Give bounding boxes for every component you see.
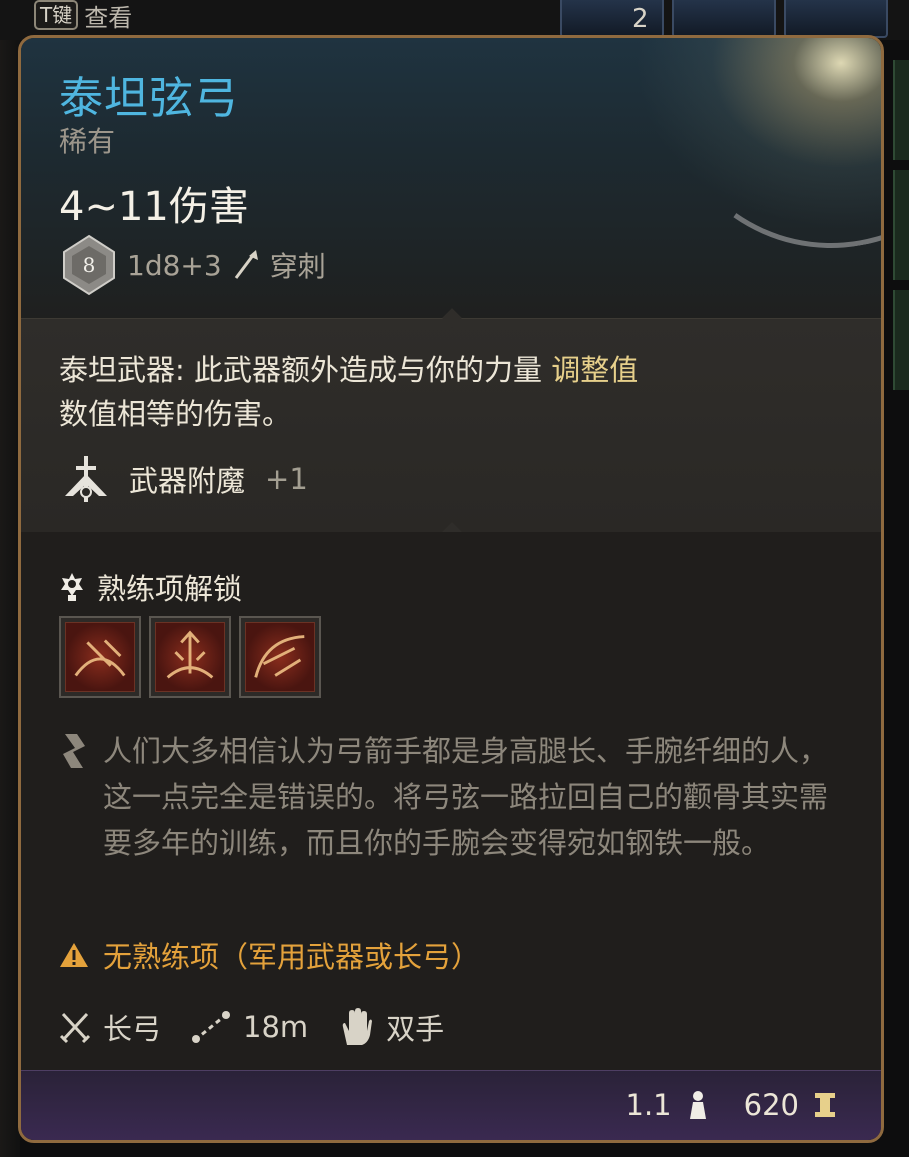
inventory-slot[interactable] [893, 290, 909, 390]
proficiency-warning: 无熟练项（军用武器或长弓） [59, 934, 480, 976]
proficiency-badge-icon [61, 573, 83, 601]
d8-dice-icon: 8 [63, 234, 115, 296]
warning-text: 无熟练项（军用武器或长弓） [103, 940, 481, 974]
weapon-properties: 长弓 18m 双手 [59, 1006, 474, 1048]
damage-dice-row: 8 1d8+3 穿刺 [61, 234, 326, 296]
damage-range: 4~11伤害 [59, 184, 249, 230]
bow-action-3-icon [245, 622, 315, 692]
item-name: 泰坦弦弓 [59, 73, 239, 124]
weapon-enchant-icon [65, 456, 107, 502]
weight-value-footer: 1.1 620 [626, 1088, 837, 1122]
proficiency-action-2-icon[interactable] [149, 616, 231, 698]
proficiency-unlocks-header: 熟练项解锁 [59, 566, 242, 608]
titan-weapon-text: 此武器额外造成与你的力量 [184, 353, 552, 387]
titan-weapon-description: 泰坦武器: 此武器额外造成与你的力量 调整值 数值相等的伤害。 [59, 348, 719, 436]
key-hint-label: 查看 [84, 3, 133, 32]
proficiency-action-1-icon[interactable] [59, 616, 141, 698]
item-rarity: 稀有 [59, 125, 116, 158]
titan-weapon-text-2: 数值相等的伤害。 [59, 397, 292, 431]
quote-mark-icon [63, 734, 85, 768]
svg-text:8: 8 [83, 253, 96, 277]
item-weight: 1.1 [625, 1088, 672, 1122]
weapon-type-property: 长弓 [59, 1006, 161, 1048]
proficiency-action-3-icon[interactable] [239, 616, 321, 698]
crossed-weapons-icon [59, 1012, 91, 1044]
inventory-slot[interactable] [893, 60, 909, 160]
weapon-type: 长弓 [103, 1012, 162, 1046]
damage-type: 穿刺 [269, 250, 326, 283]
range-icon [192, 1011, 231, 1043]
enchant-label: 武器附魔 [129, 464, 246, 498]
bow-action-1-icon [65, 622, 135, 692]
inventory-slot[interactable] [893, 170, 909, 280]
inventory-slot[interactable] [672, 0, 776, 38]
weapon-enchantment-row: 武器附魔 +1 [59, 452, 308, 506]
damage-formula: 1d8+3 [127, 248, 222, 282]
item-tooltip: 泰坦弦弓 稀有 4~11伤害 8 1d8+3 穿刺 泰坦武器: 此武器额外造成与… [18, 35, 884, 1143]
bow-action-2-icon [155, 622, 225, 692]
piercing-arrow-icon [234, 250, 258, 279]
weight-icon [689, 1091, 706, 1119]
key-cap: T键 [34, 0, 79, 30]
background-left-strip [0, 40, 20, 1157]
handedness-property: 双手 [338, 1006, 444, 1048]
handedness: 双手 [386, 1012, 445, 1046]
proficiency-actions [59, 616, 321, 698]
slot-stack-count: 2 [632, 4, 649, 34]
inventory-slot[interactable] [784, 0, 888, 38]
enchant-value: +1 [265, 462, 308, 496]
hand-icon [342, 1008, 373, 1045]
warning-icon [60, 943, 88, 967]
examine-key-hint: T键 查看 [34, 0, 133, 32]
proficiency-header-label: 熟练项解锁 [97, 572, 243, 606]
flavor-text-block: 人们大多相信认为弓箭手都是身高腿长、手腕纤细的人，这一点完全是错误的。将弓弦一路… [59, 728, 843, 866]
titan-weapon-label: 泰坦武器: [59, 353, 185, 387]
modifier-link[interactable]: 调整值 [551, 353, 638, 387]
gold-coin-icon [815, 1093, 835, 1117]
item-value: 620 [743, 1088, 799, 1122]
flavor-text: 人们大多相信认为弓箭手都是身高腿长、手腕纤细的人，这一点完全是错误的。将弓弦一路… [103, 734, 829, 860]
range-value: 18m [243, 1010, 309, 1044]
range-property: 18m [191, 1010, 308, 1044]
